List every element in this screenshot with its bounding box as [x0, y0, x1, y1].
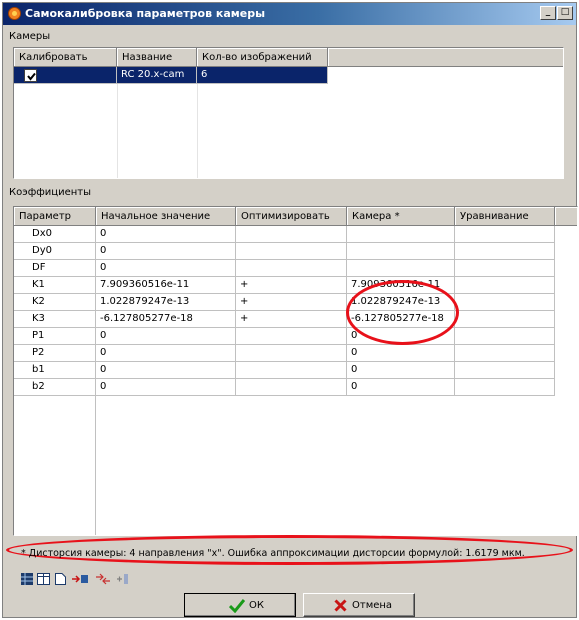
coef-param-cell[interactable]: b1 [14, 362, 96, 379]
cameras-header-name[interactable]: Название [117, 48, 197, 67]
coef-param-cell[interactable]: K3 [14, 311, 96, 328]
coef-camera-cell[interactable]: 0 [347, 328, 455, 345]
coef-camera-cell[interactable]: -6.127805277e-18 [347, 311, 455, 328]
coef-initial-cell[interactable]: 0 [96, 226, 236, 243]
coef-optimize-cell[interactable] [236, 260, 347, 277]
cancel-button[interactable]: Отмена [303, 593, 415, 617]
coef-param-cell[interactable]: P1 [14, 328, 96, 345]
coef-initial-cell[interactable]: 0 [96, 379, 236, 396]
checkmark-icon [229, 599, 245, 613]
minimize-button[interactable]: _ [540, 6, 556, 20]
coef-header-initial[interactable]: Начальное значение [96, 207, 236, 226]
coef-camera-cell[interactable] [347, 260, 455, 277]
coef-param-cell[interactable]: K1 [14, 277, 96, 294]
coefficients-section-label: Коэффициенты [9, 187, 92, 198]
coef-camera-cell[interactable] [347, 226, 455, 243]
cameras-header-calibrate[interactable]: Калибровать [14, 48, 117, 67]
coef-header-param[interactable]: Параметр [14, 207, 96, 226]
coef-param-cell[interactable]: P2 [14, 345, 96, 362]
coef-initial-cell[interactable]: -6.127805277e-18 [96, 311, 236, 328]
coef-initial-cell[interactable]: 0 [96, 362, 236, 379]
coef-initial-cell[interactable]: 0 [96, 243, 236, 260]
coef-adjustment-cell[interactable] [455, 226, 555, 243]
coef-optimize-cell[interactable] [236, 379, 347, 396]
coef-camera-cell[interactable]: 1.022879247e-13 [347, 294, 455, 311]
coef-param-cell[interactable]: Dy0 [14, 243, 96, 260]
cancel-button-label: Отмена [352, 600, 393, 611]
cameras-header-empty [328, 48, 563, 67]
columns-icon[interactable] [37, 573, 50, 585]
coef-header-optimize[interactable]: Оптимизировать [236, 207, 347, 226]
coef-param-cell[interactable]: b2 [14, 379, 96, 396]
coefficients-table: Параметр Начальное значение Оптимизирова… [13, 206, 578, 536]
cameras-section-label: Камеры [9, 31, 51, 42]
coef-adjustment-cell[interactable] [455, 311, 555, 328]
coef-adjustment-cell[interactable] [455, 362, 555, 379]
coef-header-adjustment[interactable]: Уравнивание [455, 207, 555, 226]
arrows-icon[interactable] [95, 573, 111, 585]
coef-adjustment-cell[interactable] [455, 379, 555, 396]
title-bar[interactable]: Самокалибровка параметров камеры _ □ [3, 3, 576, 25]
coef-initial-cell[interactable]: 0 [96, 328, 236, 345]
coef-adjustment-cell[interactable] [455, 345, 555, 362]
coef-adjustment-cell[interactable] [455, 243, 555, 260]
distortion-status-text: * Дисторсия камеры: 4 направления "x". О… [21, 548, 525, 559]
coef-optimize-cell[interactable]: + [236, 311, 347, 328]
camera-name-cell[interactable]: RC 20.x-cam [117, 67, 197, 84]
add-icon[interactable] [116, 573, 130, 585]
coef-camera-cell[interactable]: 0 [347, 379, 455, 396]
coef-adjustment-cell[interactable] [455, 277, 555, 294]
window-title: Самокалибровка параметров камеры [25, 7, 266, 20]
camera-app-icon [7, 6, 22, 21]
coef-optimize-cell[interactable] [236, 243, 347, 260]
checkmark-icon [27, 72, 36, 81]
transfer-icon[interactable] [71, 573, 89, 585]
coef-initial-cell[interactable]: 7.909360516e-11 [96, 277, 236, 294]
cameras-table: Калибровать Название Кол-во изображений … [13, 47, 564, 179]
coef-camera-cell[interactable]: 0 [347, 362, 455, 379]
coef-adjustment-cell[interactable] [455, 294, 555, 311]
coef-adjustment-cell[interactable] [455, 260, 555, 277]
coef-optimize-cell[interactable]: + [236, 277, 347, 294]
coef-camera-cell[interactable] [347, 243, 455, 260]
column-divider [117, 84, 118, 178]
column-divider [95, 226, 96, 535]
ok-button-label: ОК [249, 600, 264, 611]
coef-param-cell[interactable]: K2 [14, 294, 96, 311]
coef-initial-cell[interactable]: 0 [96, 260, 236, 277]
new-document-icon[interactable] [55, 573, 66, 585]
coef-optimize-cell[interactable] [236, 362, 347, 379]
coef-header-empty [555, 207, 577, 226]
coef-param-cell[interactable]: Dx0 [14, 226, 96, 243]
coef-optimize-cell[interactable]: + [236, 294, 347, 311]
cross-icon [334, 599, 347, 612]
maximize-button[interactable]: □ [557, 6, 573, 20]
coef-optimize-cell[interactable] [236, 328, 347, 345]
coef-param-cell[interactable]: DF [14, 260, 96, 277]
coef-header-camera[interactable]: Камера * [347, 207, 455, 226]
coef-camera-cell[interactable]: 0 [347, 345, 455, 362]
column-divider [197, 84, 198, 178]
ok-button[interactable]: ОК [184, 593, 296, 617]
camera-calibrate-cell[interactable] [14, 67, 117, 84]
coef-initial-cell[interactable]: 0 [96, 345, 236, 362]
calibrate-checkbox[interactable] [24, 69, 37, 82]
coef-initial-cell[interactable]: 1.022879247e-13 [96, 294, 236, 311]
camera-count-cell[interactable]: 6 [197, 67, 328, 84]
cameras-header-count[interactable]: Кол-во изображений [197, 48, 328, 67]
table-icon[interactable] [21, 573, 33, 585]
dialog-window: Самокалибровка параметров камеры _ □ Кам… [2, 2, 578, 618]
coef-camera-cell[interactable]: 7.909360516e-11 [347, 277, 455, 294]
coef-optimize-cell[interactable] [236, 345, 347, 362]
coef-optimize-cell[interactable] [236, 226, 347, 243]
coef-adjustment-cell[interactable] [455, 328, 555, 345]
